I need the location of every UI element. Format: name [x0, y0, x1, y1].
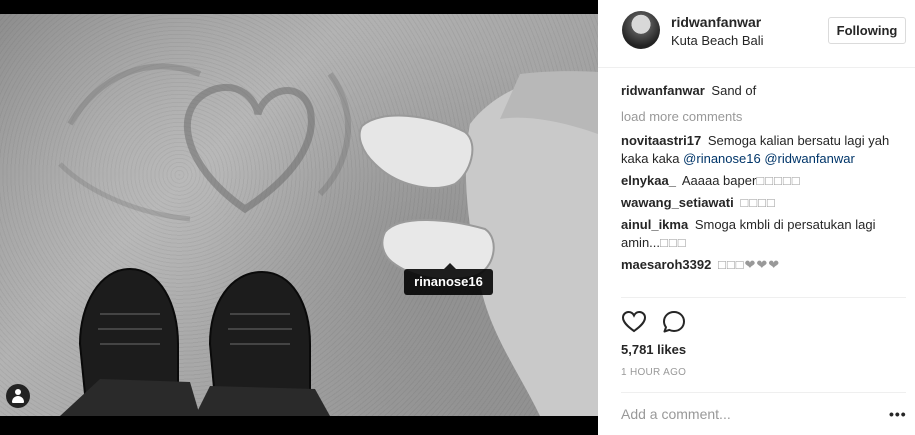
comment-icon[interactable] — [661, 309, 687, 335]
timestamp[interactable]: 1 HOUR AGO — [621, 367, 686, 378]
add-comment-input[interactable] — [621, 403, 876, 425]
mention-link[interactable]: @rinanose16 — [683, 151, 761, 166]
caption-username[interactable]: ridwanfanwar — [621, 83, 705, 98]
comment-username[interactable]: elnykaa_ — [621, 173, 676, 188]
emoji-text: □□□□□ — [756, 173, 801, 188]
location-link[interactable]: Kuta Beach Bali — [671, 33, 764, 48]
emoji-text: □□□❤❤❤ — [717, 257, 781, 272]
comment-item: ainul_ikma Smoga kmbli di persatukan lag… — [621, 216, 906, 252]
comment-item: wawang_setiawati □□□□ — [621, 194, 906, 212]
photo-scene — [58, 63, 598, 416]
heart-icon[interactable] — [621, 309, 647, 335]
user-tag-icon[interactable] — [6, 384, 30, 408]
divider — [621, 392, 906, 393]
user-tag-label[interactable]: rinanose16 — [404, 263, 493, 295]
likes-count[interactable]: 5,781 likes — [621, 342, 686, 357]
post-photo[interactable]: rinanose16 — [0, 14, 598, 416]
comment-username[interactable]: novitaastri17 — [621, 133, 701, 148]
comment-username[interactable]: ainul_ikma — [621, 217, 688, 232]
comment-username[interactable]: wawang_setiawati — [621, 195, 734, 210]
comments-list[interactable]: ridwanfanwar Sand of load more comments … — [621, 80, 906, 297]
comment-text: Aaaaa baper — [681, 173, 757, 188]
comment-item: novitaastri17 Semoga kalian bersatu lagi… — [621, 132, 906, 168]
avatar[interactable] — [622, 11, 660, 49]
emoji-text: □□□ — [660, 235, 687, 250]
caption: ridwanfanwar Sand of — [621, 82, 906, 100]
emoji-text: □□□□ — [740, 195, 776, 210]
load-more-comments-link[interactable]: load more comments — [621, 108, 906, 126]
caption-text: Sand of — [711, 83, 757, 98]
comment-username[interactable]: maesaroh3392 — [621, 257, 711, 272]
more-options-icon[interactable]: ••• — [889, 407, 907, 421]
following-button[interactable]: Following — [828, 17, 906, 44]
comment-item: elnykaa_ Aaaaa baper□□□□□ — [621, 172, 906, 190]
header-username[interactable]: ridwanfanwar — [671, 14, 761, 30]
divider — [621, 297, 906, 298]
post-sidebar: ridwanfanwar Kuta Beach Bali Following r… — [598, 0, 915, 435]
mention-link[interactable]: @ridwanfanwar — [764, 151, 855, 166]
comment-item: maesaroh3392 □□□❤❤❤ — [621, 256, 906, 274]
post-header: ridwanfanwar Kuta Beach Bali Following — [598, 0, 915, 68]
